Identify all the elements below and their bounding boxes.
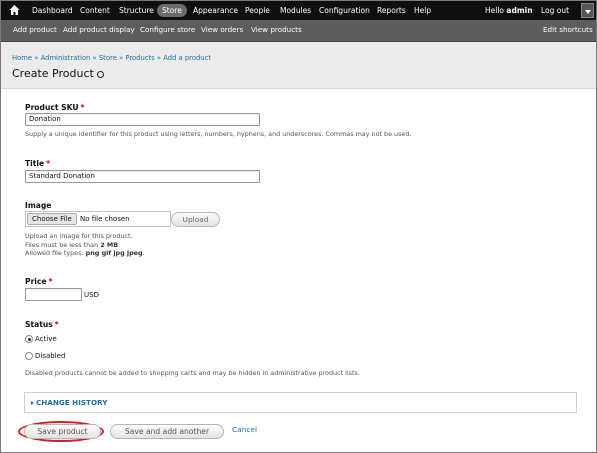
toolbar-item-appearance[interactable]: Appearance [193,1,238,20]
breadcrumb-store[interactable]: Store [99,54,117,62]
status-description: Disabled products cannot be added to sho… [25,369,360,377]
shortcut-view-orders[interactable]: View orders [201,20,243,40]
title-label-text: Title [25,159,45,168]
breadcrumb-separator: » [156,54,162,62]
breadcrumb-separator: » [119,54,124,62]
breadcrumb-add-a-product[interactable]: Add a product [163,54,211,62]
toolbar-item-configuration[interactable]: Configuration [319,1,370,20]
types-prefix: Allowed file types: [25,249,84,257]
toolbar-item-store[interactable]: Store [157,4,187,17]
status-disabled-radio[interactable] [25,352,33,360]
home-icon[interactable] [9,4,20,16]
greeting-text: Hello [485,6,505,15]
size-prefix: Files must be less than [25,240,99,249]
toolbar-item-content[interactable]: Content [80,1,110,20]
status-label: Status * [25,320,59,329]
change-history-toggle[interactable]: CHANGE HISTORY [31,393,107,412]
status-active-label[interactable]: Active [35,335,57,343]
breadcrumb-separator: » [92,54,97,62]
toolbar-item-structure[interactable]: Structure [119,1,154,20]
save-and-add-another-button[interactable]: Save and add another [110,424,224,439]
add-to-shortcuts-icon[interactable] [97,71,104,78]
required-marker: * [46,159,51,168]
sku-label-text: Product SKU [25,103,79,112]
status-active-radio[interactable] [25,335,33,343]
shortcut-add-product-display[interactable]: Add product display [63,20,135,40]
allowed-types-value: png gif jpg jpeg [85,249,143,257]
sku-label: Product SKU * [25,103,85,112]
sku-input[interactable]: Donation [25,113,260,126]
title-label: Title * [25,159,50,168]
logout-link[interactable]: Log out [541,1,569,20]
shortcut-configure-store[interactable]: Configure store [140,20,195,40]
shortcuts-toggle-button[interactable] [581,3,594,18]
cancel-link[interactable]: Cancel [232,425,257,434]
status-disabled-label[interactable]: Disabled [35,352,65,360]
toolbar-item-dashboard[interactable]: Dashboard [32,1,73,20]
page-title: Create Product [12,67,94,80]
required-marker: * [80,103,85,112]
shortcut-view-products[interactable]: View products [251,20,302,40]
image-desc-types: Allowed file types: png gif jpg jpeg. [25,249,145,257]
currency-label: USD [84,291,99,299]
required-marker: * [54,320,59,329]
status-label-text: Status [25,320,53,329]
image-file-field: Choose File No file chosen [25,211,171,227]
user-greeting: Hello admin [485,1,533,20]
no-file-chosen-text: No file chosen [80,215,130,223]
breadcrumb: Home » Administration » Store » Products… [12,54,211,62]
upload-button[interactable]: Upload [171,212,220,227]
image-desc-line: Upload an image for this product. [25,232,133,240]
change-history-label: CHANGE HISTORY [36,398,108,407]
image-description: Upload an image for this product. Files … [25,232,145,258]
admin-toolbar: Dashboard Content Structure Store Appear… [1,1,596,20]
breadcrumb-separator: » [34,54,39,62]
breadcrumb-administration[interactable]: Administration [41,54,91,62]
title-input[interactable]: Standard Donation [25,170,260,183]
required-marker: * [48,277,53,286]
change-history-fieldset: CHANGE HISTORY [24,392,577,413]
image-label: Image [25,201,52,210]
price-input[interactable] [25,288,82,301]
shortcuts-bar: Add product Add product display Configur… [1,20,596,42]
max-size-value: 2 MB [100,240,119,249]
sku-description: Supply a unique identifier for this prod… [25,130,412,138]
save-product-button[interactable]: Save product [24,424,101,439]
toolbar-item-help[interactable]: Help [414,1,431,20]
toolbar-item-reports[interactable]: Reports [377,1,406,20]
breadcrumb-home[interactable]: Home [12,54,32,62]
choose-file-button[interactable]: Choose File [27,213,77,225]
browser-frame: Dashboard Content Structure Store Appear… [0,0,597,453]
breadcrumb-products[interactable]: Products [125,54,154,62]
collapse-arrow-icon [31,401,34,405]
shortcut-add-product[interactable]: Add product [13,20,57,40]
username[interactable]: admin [506,6,532,15]
page-header: Home » Administration » Store » Products… [1,42,596,89]
image-desc-size: Files must be less than 2 MB. [25,240,121,249]
edit-shortcuts-link[interactable]: Edit shortcuts [543,20,593,40]
price-label: Price * [25,277,53,286]
price-label-text: Price [25,277,47,286]
create-product-form: Product SKU * Donation Supply a unique id… [1,89,596,452]
toolbar-item-modules[interactable]: Modules [280,1,311,20]
toolbar-item-people[interactable]: People [245,1,270,20]
